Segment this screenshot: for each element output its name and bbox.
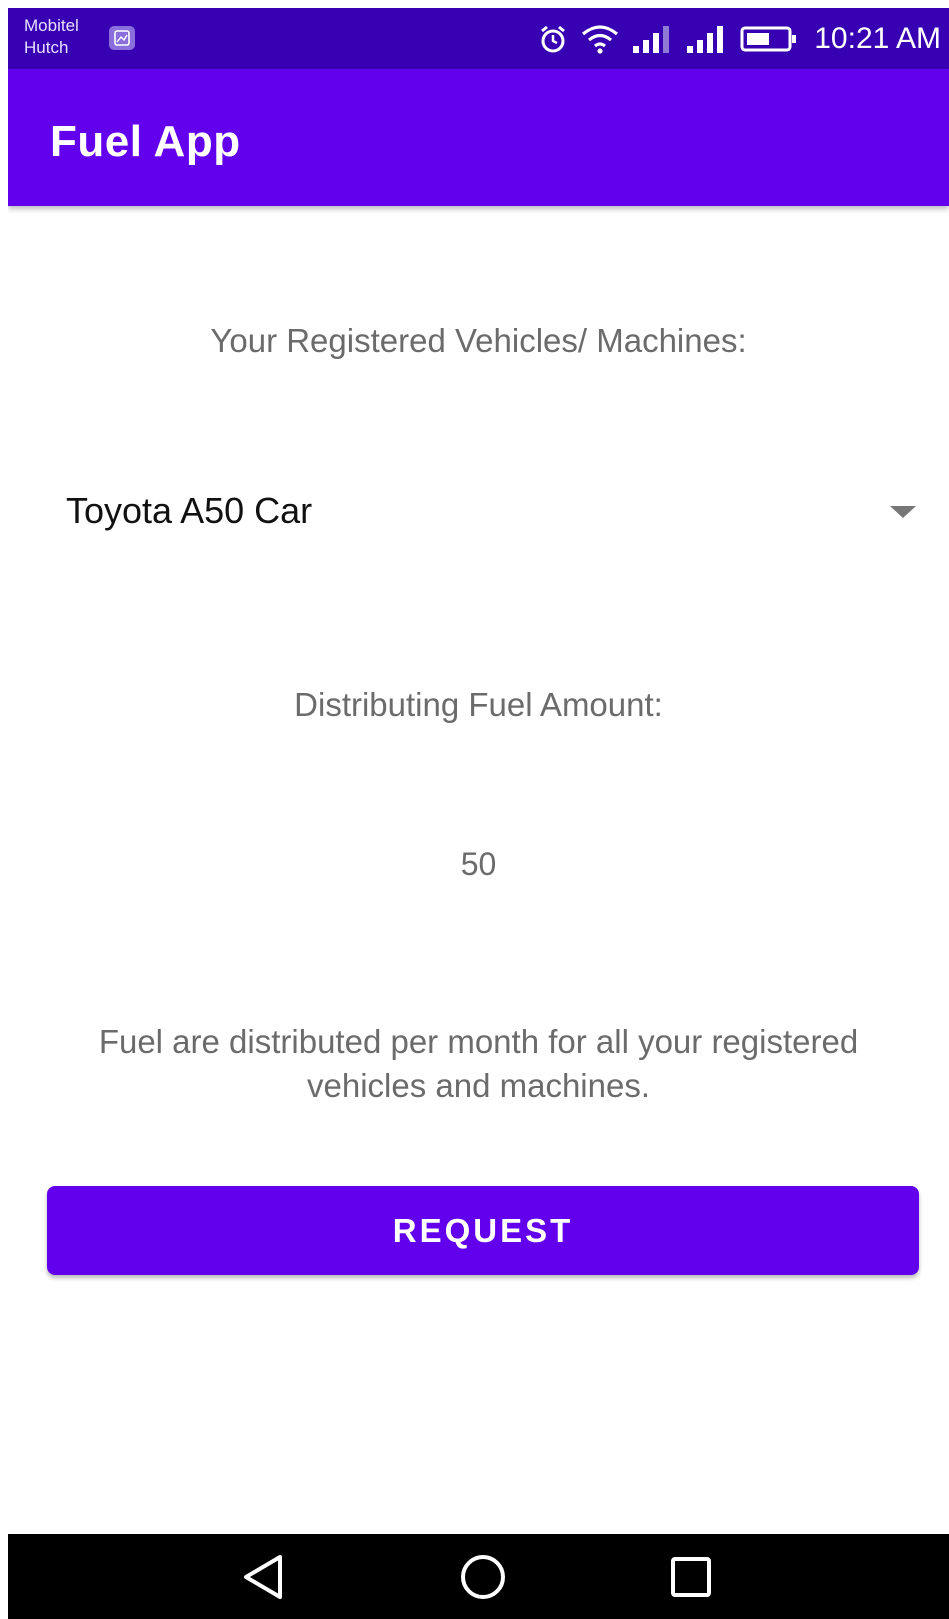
fuel-amount-label: Distributing Fuel Amount: — [294, 686, 663, 723]
vehicle-dropdown-value: Toyota A50 Car — [66, 490, 313, 531]
signal-icon — [633, 25, 670, 53]
clock: 10:21 AM — [814, 21, 941, 55]
gallery-icon — [109, 26, 135, 50]
app-title: Fuel App — [50, 117, 241, 166]
carrier-name: Mobitel Hutch — [24, 15, 79, 59]
navigation-bar — [8, 1534, 949, 1619]
back-icon[interactable] — [240, 1552, 288, 1602]
dropdown-arrow-icon — [890, 506, 916, 518]
request-button[interactable]: REQUEST — [47, 1186, 919, 1275]
screen: Mobitel Hutch 10:21 AM Fuel App Your Reg… — [8, 8, 949, 1619]
fuel-amount-value: 50 — [460, 846, 497, 882]
vehicle-dropdown[interactable]: Toyota A50 Car — [48, 478, 918, 548]
home-icon[interactable] — [458, 1552, 508, 1602]
status-icons: 10:21 AM — [538, 8, 941, 69]
status-bar: Mobitel Hutch 10:21 AM — [8, 8, 949, 69]
carrier-line-2: Hutch — [24, 38, 69, 57]
alarm-icon — [541, 25, 566, 52]
distribution-note: Fuel are distributed per month for all y… — [98, 1023, 859, 1104]
battery-icon — [740, 26, 797, 51]
app-bar: Fuel App — [8, 69, 949, 206]
recents-icon[interactable] — [668, 1552, 714, 1602]
vehicles-label: Your Registered Vehicles/ Machines: — [210, 322, 747, 359]
wifi-icon — [582, 24, 619, 54]
signal-icon — [687, 25, 724, 53]
carrier-line-1: Mobitel — [24, 16, 79, 35]
